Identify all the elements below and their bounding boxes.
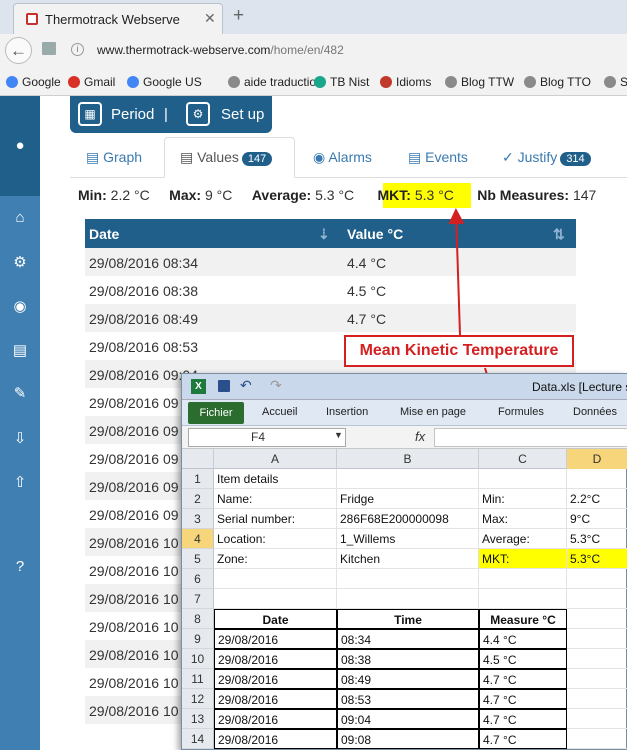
column-header[interactable]: A bbox=[214, 449, 337, 469]
excel-app-icon: X bbox=[191, 379, 206, 394]
sheet-cell[interactable]: 08:53 bbox=[337, 689, 479, 709]
sheet-cell[interactable] bbox=[567, 629, 627, 649]
row-header[interactable]: 1 bbox=[182, 469, 214, 489]
excel-title: Data.xls [Lecture s bbox=[532, 380, 627, 394]
column-headers: ABCD bbox=[182, 449, 627, 469]
select-all-corner[interactable] bbox=[182, 449, 214, 469]
sheet-cell[interactable]: 09:08 bbox=[337, 729, 479, 749]
column-header[interactable]: C bbox=[479, 449, 567, 469]
namebox-dropdown-icon[interactable]: ▼ bbox=[334, 430, 343, 440]
sheet-cell[interactable]: 4.7 °C bbox=[479, 689, 567, 709]
row-header[interactable]: 7 bbox=[182, 589, 214, 609]
sheet-cell[interactable]: 29/08/2016 bbox=[214, 729, 337, 749]
sheet-cell[interactable]: Min: bbox=[479, 489, 567, 509]
sheet-cell[interactable]: 5.3°C bbox=[567, 529, 627, 549]
sheet-cell[interactable]: Fridge bbox=[337, 489, 479, 509]
sheet-cell[interactable] bbox=[567, 649, 627, 669]
sheet-cell[interactable]: 29/08/2016 bbox=[214, 649, 337, 669]
sheet-cell[interactable]: MKT: bbox=[479, 549, 567, 569]
sheet-cell[interactable] bbox=[337, 569, 479, 589]
sheet-cell[interactable]: 08:49 bbox=[337, 669, 479, 689]
row-header[interactable]: 4 bbox=[182, 529, 214, 549]
sheet-cell[interactable] bbox=[337, 469, 479, 489]
sheet-cell[interactable] bbox=[567, 609, 627, 629]
name-box[interactable]: F4 bbox=[188, 428, 346, 447]
excel-titlebar: X ↶ ↷ Data.xls [Lecture s bbox=[182, 374, 627, 400]
sheet-cell[interactable] bbox=[567, 669, 627, 689]
sheet-cell[interactable] bbox=[479, 569, 567, 589]
sheet-cell[interactable] bbox=[567, 689, 627, 709]
sheet-cell[interactable]: 5.3°C bbox=[567, 549, 627, 569]
sheet-cell[interactable]: 1_Willems bbox=[337, 529, 479, 549]
ribbon-tab-2[interactable]: Insertion bbox=[326, 406, 368, 418]
sheet-cell[interactable] bbox=[567, 569, 627, 589]
sheet-cell[interactable] bbox=[479, 589, 567, 609]
mkt-callout: Mean Kinetic Temperature bbox=[344, 335, 574, 367]
ribbon-tab-5[interactable]: Données bbox=[573, 406, 617, 418]
sheet-cell[interactable]: Serial number: bbox=[214, 509, 337, 529]
formula-input[interactable] bbox=[434, 428, 627, 447]
ribbon-tab-3[interactable]: Mise en page bbox=[400, 406, 466, 418]
undo-icon[interactable]: ↶ bbox=[240, 377, 252, 394]
ribbon-tab-4[interactable]: Formules bbox=[498, 406, 544, 418]
sheet-cell[interactable]: 4.5 °C bbox=[479, 649, 567, 669]
sheet-cell[interactable] bbox=[479, 469, 567, 489]
sheet-cell[interactable]: Kitchen bbox=[337, 549, 479, 569]
row-header[interactable]: 14 bbox=[182, 729, 214, 749]
ribbon-tab-0[interactable]: Fichier bbox=[188, 402, 244, 424]
fx-icon[interactable]: fx bbox=[415, 429, 425, 444]
row-header[interactable]: 10 bbox=[182, 649, 214, 669]
row-header[interactable]: 5 bbox=[182, 549, 214, 569]
excel-window: X ↶ ↷ Data.xls [Lecture s Fichier Accueil… bbox=[181, 373, 627, 750]
sheet-cell[interactable]: Max: bbox=[479, 509, 567, 529]
sheet-cell[interactable]: 9°C bbox=[567, 509, 627, 529]
row-header[interactable]: 13 bbox=[182, 709, 214, 729]
sheet-cell[interactable] bbox=[337, 589, 479, 609]
sheet-cell[interactable]: Average: bbox=[479, 529, 567, 549]
row-header[interactable]: 11 bbox=[182, 669, 214, 689]
sheet-cell[interactable]: Time bbox=[337, 609, 479, 629]
sheet-cell[interactable]: 29/08/2016 bbox=[214, 709, 337, 729]
sheet-cell[interactable]: Location: bbox=[214, 529, 337, 549]
sheet-cell[interactable]: 4.7 °C bbox=[479, 709, 567, 729]
sheet-cell[interactable]: 09:04 bbox=[337, 709, 479, 729]
sheet-cell[interactable]: 2.2°C bbox=[567, 489, 627, 509]
sheet-cell[interactable]: Item details bbox=[214, 469, 337, 489]
sheet-cell[interactable]: 29/08/2016 bbox=[214, 629, 337, 649]
sheet-cell[interactable]: 4.7 °C bbox=[479, 729, 567, 749]
row-header[interactable]: 3 bbox=[182, 509, 214, 529]
sheet-cell[interactable] bbox=[567, 729, 627, 749]
row-header[interactable]: 6 bbox=[182, 569, 214, 589]
formula-bar: F4 ▼ fx bbox=[182, 426, 627, 449]
excel-ribbon: Fichier Accueil Insertion Mise en page Formu… bbox=[182, 400, 627, 426]
row-header[interactable]: 2 bbox=[182, 489, 214, 509]
save-icon[interactable] bbox=[218, 380, 230, 392]
arrow-to-mkt-stat bbox=[448, 208, 465, 336]
column-header[interactable]: B bbox=[337, 449, 479, 469]
sheet-cell[interactable]: 286F68E200000098 bbox=[337, 509, 479, 529]
sheet-cell[interactable]: 4.7 °C bbox=[479, 669, 567, 689]
ribbon-tab-1[interactable]: Accueil bbox=[262, 406, 297, 418]
sheet-cell[interactable]: Date bbox=[214, 609, 337, 629]
row-header[interactable]: 12 bbox=[182, 689, 214, 709]
sheet-cell[interactable] bbox=[567, 709, 627, 729]
sheet-cell[interactable]: Measure °C bbox=[479, 609, 567, 629]
sheet-cell[interactable]: Name: bbox=[214, 489, 337, 509]
row-header[interactable]: 8 bbox=[182, 609, 214, 629]
sheet-cell[interactable]: 29/08/2016 bbox=[214, 669, 337, 689]
sheet-cell[interactable] bbox=[214, 589, 337, 609]
column-header[interactable]: D bbox=[567, 449, 627, 469]
sheet-cell[interactable]: 08:34 bbox=[337, 629, 479, 649]
sheet-cell[interactable] bbox=[567, 469, 627, 489]
sheet-cell[interactable]: 4.4 °C bbox=[479, 629, 567, 649]
sheet-cell[interactable]: 29/08/2016 bbox=[214, 689, 337, 709]
sheet-cell[interactable] bbox=[567, 589, 627, 609]
row-header[interactable]: 9 bbox=[182, 629, 214, 649]
sheet-cell[interactable]: Zone: bbox=[214, 549, 337, 569]
sheet-cell[interactable]: 08:38 bbox=[337, 649, 479, 669]
sheet-cell[interactable] bbox=[214, 569, 337, 589]
redo-icon[interactable]: ↷ bbox=[270, 377, 282, 394]
